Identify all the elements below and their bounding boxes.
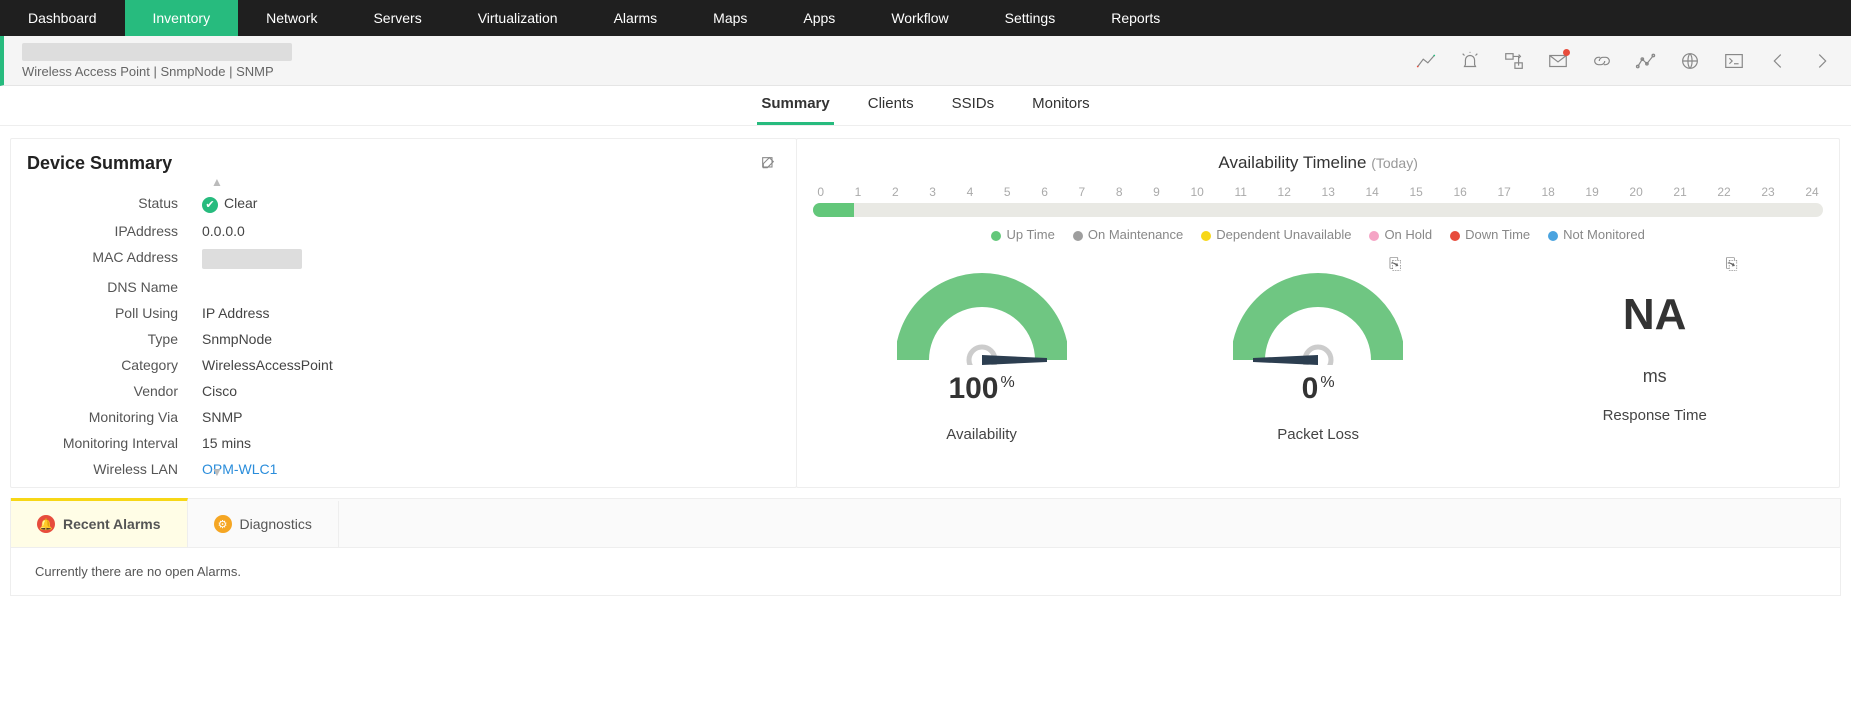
legend-down: Down Time — [1450, 227, 1530, 242]
threshold-icon[interactable]: ⎘ — [1389, 256, 1401, 273]
legend-maint: On Maintenance — [1073, 227, 1183, 242]
diagnostics-icon: ⚙ — [214, 515, 232, 533]
chevron-right-icon[interactable] — [1811, 50, 1833, 72]
status-badge: Clear — [202, 195, 780, 213]
kv-key: Category — [27, 357, 202, 373]
legend-dep: Dependent Unavailable — [1201, 227, 1351, 242]
timeline-hours: 0123456789101112131415161718192021222324 — [813, 185, 1823, 199]
nav-network[interactable]: Network — [238, 0, 345, 36]
gauge-response-time: ⎘ NA ms Response Time — [1560, 270, 1750, 424]
scroll-down-icon[interactable]: ▼ — [209, 465, 225, 481]
availability-bar — [813, 203, 1823, 217]
mail-icon[interactable] — [1547, 50, 1569, 72]
alarm-bell-icon[interactable] — [1459, 50, 1481, 72]
nav-reports[interactable]: Reports — [1083, 0, 1188, 36]
kv-key: DNS Name — [27, 279, 202, 295]
kv-value: WirelessAccessPoint — [202, 357, 780, 373]
nav-servers[interactable]: Servers — [345, 0, 449, 36]
device-summary-panel: Device Summary ▲ StatusClear IPAddress0.… — [10, 138, 797, 488]
tab-diagnostics-label: Diagnostics — [240, 516, 312, 532]
nav-inventory[interactable]: Inventory — [125, 0, 239, 36]
kv-key: Monitoring Via — [27, 409, 202, 425]
kv-value — [202, 279, 780, 295]
kv-key: IPAddress — [27, 223, 202, 239]
breadcrumb: Wireless Access Point | SnmpNode | SNMP — [22, 64, 292, 79]
tab-diagnostics[interactable]: ⚙ Diagnostics — [188, 501, 339, 547]
nav-apps[interactable]: Apps — [775, 0, 863, 36]
panel-title: Device Summary — [27, 153, 780, 174]
device-name-masked — [22, 43, 292, 61]
kv-key: Vendor — [27, 383, 202, 399]
chart-icon[interactable] — [1415, 50, 1437, 72]
nav-dashboard[interactable]: Dashboard — [0, 0, 125, 36]
threshold-icon[interactable]: ⎘ — [1726, 256, 1738, 273]
tab-monitors[interactable]: Monitors — [1028, 86, 1094, 125]
legend-not: Not Monitored — [1548, 227, 1645, 242]
chevron-left-icon[interactable] — [1767, 50, 1789, 72]
trace-icon[interactable] — [1635, 50, 1657, 72]
top-nav: Dashboard Inventory Network Servers Virt… — [0, 0, 1851, 36]
kv-key: Monitoring Interval — [27, 435, 202, 451]
nat-traversal-icon[interactable] — [1503, 50, 1525, 72]
gauge-row: 100% Availability ⎘ 0% Packet Loss ⎘ NA … — [813, 270, 1823, 443]
tab-clients[interactable]: Clients — [864, 86, 918, 125]
legend-hold: On Hold — [1369, 227, 1432, 242]
toolbar — [1415, 50, 1833, 72]
gauge-packet-loss: ⎘ 0% Packet Loss — [1223, 270, 1413, 443]
sub-tabs: Summary Clients SSIDs Monitors — [0, 86, 1851, 126]
alarm-empty-msg: Currently there are no open Alarms. — [35, 564, 241, 579]
kv-value: SnmpNode — [202, 331, 780, 347]
availability-title: Availability Timeline (Today) — [813, 153, 1823, 173]
nav-alarms[interactable]: Alarms — [586, 0, 686, 36]
availability-legend: Up Time On Maintenance Dependent Unavail… — [813, 227, 1823, 242]
kv-key: Wireless LAN — [27, 461, 202, 477]
bottom-tabs: 🔔 Recent Alarms ⚙ Diagnostics — [10, 498, 1841, 548]
gauge-response-unit: ms — [1560, 366, 1750, 387]
nav-maps[interactable]: Maps — [685, 0, 775, 36]
gauge-packetloss-label: Packet Loss — [1223, 426, 1413, 443]
kv-value-link[interactable]: OPM-WLC1 — [202, 461, 780, 477]
terminal-icon[interactable] — [1723, 50, 1745, 72]
kv-value: SNMP — [202, 409, 780, 425]
gauge-availability-value: 100% — [887, 372, 1077, 406]
globe-icon[interactable] — [1679, 50, 1701, 72]
kv-value: IP Address — [202, 305, 780, 321]
kv-key: Status — [27, 195, 202, 213]
kv-key: Poll Using — [27, 305, 202, 321]
legend-up: Up Time — [991, 227, 1054, 242]
alarm-body: Currently there are no open Alarms. — [10, 548, 1841, 596]
scroll-up-icon[interactable]: ▲ — [209, 175, 225, 191]
gauge-response-value: NA — [1560, 270, 1750, 360]
nav-virtualization[interactable]: Virtualization — [450, 0, 586, 36]
gauge-response-label: Response Time — [1560, 407, 1750, 424]
tab-recent-alarms[interactable]: 🔔 Recent Alarms — [11, 498, 188, 547]
kv-value: Cisco — [202, 383, 780, 399]
tab-ssids[interactable]: SSIDs — [948, 86, 999, 125]
link-icon[interactable] — [1591, 50, 1613, 72]
availability-panel: Availability Timeline (Today) 0123456789… — [796, 138, 1840, 488]
kv-value: 15 mins — [202, 435, 780, 451]
main-panels: Device Summary ▲ StatusClear IPAddress0.… — [0, 126, 1851, 488]
kv-value: 0.0.0.0 — [202, 223, 780, 239]
nav-settings[interactable]: Settings — [977, 0, 1084, 36]
alarm-icon: 🔔 — [37, 515, 55, 533]
tab-recent-alarms-label: Recent Alarms — [63, 516, 161, 532]
gauge-packetloss-value: 0% — [1223, 372, 1413, 406]
nav-workflow[interactable]: Workflow — [863, 0, 976, 36]
kv-key: MAC Address — [27, 249, 202, 269]
gauge-availability-label: Availability — [887, 426, 1077, 443]
mac-masked — [202, 249, 302, 269]
tab-summary[interactable]: Summary — [757, 86, 833, 125]
gauge-availability: 100% Availability — [887, 270, 1077, 443]
edit-icon[interactable] — [760, 155, 776, 174]
breadcrumb-bar: Wireless Access Point | SnmpNode | SNMP — [0, 36, 1851, 86]
availability-bar-fill — [813, 203, 853, 217]
kv-key: Type — [27, 331, 202, 347]
